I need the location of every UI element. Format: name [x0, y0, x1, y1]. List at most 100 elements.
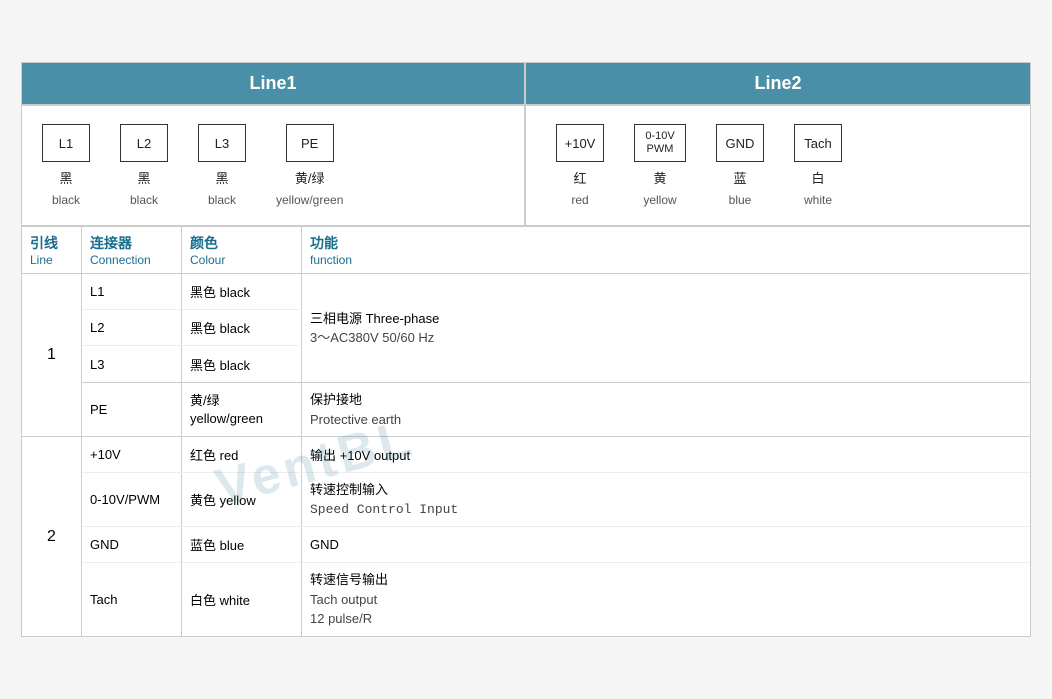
rows-section-2: +10V 红色 red 输出 +10V output 0-10V/PWM 黄色 …: [82, 437, 1030, 636]
cell-colour-L2: 黑色 black: [182, 310, 302, 345]
func-text-L123: 三相电源 Three-phase 3～AC380V 50/60 Hz: [310, 309, 439, 348]
table-section: 引线 Line 连接器 Connection 颜色 Colour 功能 func…: [22, 227, 1030, 636]
connector-PE: PE 黄/绿 yellow/green: [276, 124, 343, 207]
row-0-10V: 0-10V/PWM 黄色 yellow 转速控制输入 Speed Control…: [82, 473, 1030, 527]
func-cn-0-10V: 转速控制输入: [310, 480, 458, 500]
connector-en-GND: blue: [729, 193, 752, 207]
main-container: Line1 Line2 L1 黑 black L2 黑 black L3: [21, 62, 1031, 637]
col-line-header: 引线 Line: [22, 227, 82, 273]
connector-box-0-10V: 0-10VPWM: [634, 124, 686, 162]
func-cn-L123: 三相电源 Three-phase: [310, 309, 439, 329]
line1-title: Line1: [249, 73, 296, 93]
connector-en-L1: black: [52, 193, 80, 207]
col-line-sub: Line: [30, 253, 73, 267]
cell-colour-Tach: 白色 white: [182, 563, 302, 636]
header-line2: Line2: [526, 63, 1030, 104]
connector-en-L3: black: [208, 193, 236, 207]
row-GND: GND 蓝色 blue GND: [82, 527, 1030, 563]
cell-conn-L3: L3: [82, 346, 182, 382]
func-en-L123: 3～AC380V 50/60 Hz: [310, 328, 439, 348]
connector-cn-PE: 黄/绿: [295, 168, 325, 187]
connector-L1: L1 黑 black: [42, 124, 90, 207]
col-func-sub: function: [310, 253, 1022, 267]
connector-GND: GND 蓝 blue: [716, 124, 764, 207]
table-group-1: 1 L1 黑色 black L2 黑色 black: [22, 274, 1030, 437]
line-number-1: 1: [22, 274, 82, 436]
line2-title: Line2: [754, 73, 801, 93]
connector-cn-0-10V: 黄: [653, 168, 666, 187]
diagram-line1: L1 黑 black L2 黑 black L3 黑 black PE 黄/绿: [22, 106, 526, 225]
connector-L3: L3 黑 black: [198, 124, 246, 207]
header-row: Line1 Line2: [22, 63, 1030, 106]
row-L1: L1 黑色 black: [82, 274, 302, 310]
subgroup-l123: L1 黑色 black L2 黑色 black L3 黑色 black: [82, 274, 1030, 383]
cell-colour-0-10V: 黄色 yellow: [182, 473, 302, 526]
func-en-0-10V: Speed Control Input: [310, 500, 458, 520]
cell-conn-Tach: Tach: [82, 563, 182, 636]
line2-connectors: +10V 红 red 0-10VPWM 黄 yellow GND 蓝 blue …: [556, 124, 1020, 207]
diagram-row: L1 黑 black L2 黑 black L3 黑 black PE 黄/绿: [22, 106, 1030, 227]
col-func-header: 功能 function: [302, 227, 1030, 273]
rows-section-1: L1 黑色 black L2 黑色 black L3 黑色 black: [82, 274, 1030, 436]
func-text-0-10V: 转速控制输入 Speed Control Input: [310, 480, 458, 519]
connector-en-L2: black: [130, 193, 158, 207]
table-header: 引线 Line 连接器 Connection 颜色 Colour 功能 func…: [22, 227, 1030, 274]
func-cn-Tach: 转速信号输出: [310, 570, 388, 590]
connector-box-L3: L3: [198, 124, 246, 162]
cell-conn-0-10V: 0-10V/PWM: [82, 473, 182, 526]
func-cn-PE: 保护接地: [310, 390, 401, 410]
row-L3: L3 黑色 black: [82, 346, 302, 382]
table-group-2: 2 +10V 红色 red 输出 +10V output 0-10V/PWM 黄…: [22, 437, 1030, 636]
cell-colour-L3: 黑色 black: [182, 346, 302, 382]
row-Tach: Tach 白色 white 转速信号输出 Tach output 12 puls…: [82, 563, 1030, 636]
cell-colour-GND: 蓝色 blue: [182, 527, 302, 562]
row-L2: L2 黑色 black: [82, 310, 302, 346]
col-conn-main: 连接器: [90, 233, 173, 253]
connector-box-L1: L1: [42, 124, 90, 162]
cell-conn-L1: L1: [82, 274, 182, 309]
connector-cn-L1: 黑: [59, 168, 72, 187]
connector-10V: +10V 红 red: [556, 124, 604, 207]
connector-cn-GND: 蓝: [733, 168, 746, 187]
connector-0-10V: 0-10VPWM 黄 yellow: [634, 124, 686, 207]
connector-en-10V: red: [571, 193, 588, 207]
connector-box-PE: PE: [286, 124, 334, 162]
connector-box-Tach: Tach: [794, 124, 842, 162]
func-L123: 三相电源 Three-phase 3～AC380V 50/60 Hz: [302, 274, 1030, 382]
diagram-line2: +10V 红 red 0-10VPWM 黄 yellow GND 蓝 blue …: [526, 106, 1030, 225]
cell-func-GND: GND: [302, 527, 1030, 562]
cell-conn-10V: +10V: [82, 437, 182, 472]
cell-colour-PE: 黄/绿yellow/green: [182, 383, 302, 436]
line1-connectors: L1 黑 black L2 黑 black L3 黑 black PE 黄/绿: [42, 124, 514, 207]
row-10V: +10V 红色 red 输出 +10V output: [82, 437, 1030, 473]
col-colour-header: 颜色 Colour: [182, 227, 302, 273]
col-conn-sub: Connection: [90, 253, 173, 267]
connector-cn-10V: 红: [573, 168, 586, 187]
col-conn-header: 连接器 Connection: [82, 227, 182, 273]
cell-func-Tach: 转速信号输出 Tach output 12 pulse/R: [302, 563, 1030, 636]
cell-colour-L1: 黑色 black: [182, 274, 302, 309]
func-text-Tach: 转速信号输出 Tach output 12 pulse/R: [310, 570, 388, 629]
col-func-main: 功能: [310, 233, 1022, 253]
cell-func-PE: 保护接地 Protective earth: [302, 383, 1030, 436]
func-en2-Tach: 12 pulse/R: [310, 609, 388, 629]
connector-box-L2: L2: [120, 124, 168, 162]
connector-L2: L2 黑 black: [120, 124, 168, 207]
func-en-Tach: Tach output: [310, 590, 388, 610]
header-line1: Line1: [22, 63, 526, 104]
func-text-PE: 保护接地 Protective earth: [310, 390, 401, 429]
connector-box-10V: +10V: [556, 124, 604, 162]
connector-cn-L3: 黑: [215, 168, 228, 187]
col-colour-sub: Colour: [190, 253, 293, 267]
connector-en-Tach: white: [804, 193, 832, 207]
cell-conn-L2: L2: [82, 310, 182, 345]
connector-cn-Tach: 白: [811, 168, 824, 187]
group-1-container: 1 L1 黑色 black L2 黑色 black: [22, 274, 1030, 436]
cell-conn-PE: PE: [82, 383, 182, 436]
col-line-main: 引线: [30, 233, 73, 253]
connector-cn-L2: 黑: [137, 168, 150, 187]
line-number-2: 2: [22, 437, 82, 636]
col-colour-main: 颜色: [190, 233, 293, 253]
connector-en-PE: yellow/green: [276, 193, 343, 207]
cell-colour-10V: 红色 red: [182, 437, 302, 472]
